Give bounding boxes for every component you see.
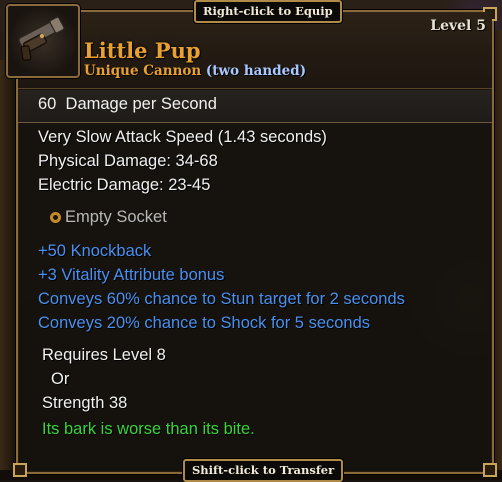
socket-ring-icon	[50, 212, 61, 223]
dps-row: 60 Damage per Second	[18, 90, 492, 123]
transfer-hint: Shift-click to Transfer	[183, 459, 344, 482]
item-portrait	[6, 4, 80, 78]
strength-requirement: Strength 38	[42, 394, 128, 412]
dps-text: 60 Damage per Second	[38, 95, 217, 114]
requirement-or: Or	[51, 370, 70, 388]
item-handedness: (two handed)	[205, 63, 307, 79]
physical-damage-stat: Physical Damage: 34-68	[38, 152, 218, 170]
frame-corner	[483, 463, 497, 477]
socket-label: Empty Socket	[65, 208, 167, 226]
level-requirement: Requires Level 8	[42, 346, 166, 364]
dps-value: 60	[38, 95, 57, 113]
attack-speed-stat: Very Slow Attack Speed (1.43 seconds)	[38, 128, 327, 146]
flavor-text: Its bark is worse than its bite.	[42, 420, 255, 438]
item-level: Level 5	[430, 18, 486, 34]
item-tooltip: Little Pup Unique Cannon (two handed) Le…	[6, 4, 497, 477]
item-type: Unique Cannon (two handed)	[84, 63, 306, 79]
dps-label: Damage per Second	[65, 95, 217, 113]
empty-socket: Empty Socket	[50, 208, 167, 227]
electric-damage-stat: Electric Damage: 23-45	[38, 176, 211, 194]
item-name: Little Pup	[84, 38, 201, 63]
vitality-bonus: +3 Vitality Attribute bonus	[38, 266, 225, 284]
stun-chance-bonus: Conveys 60% chance to Stun target for 2 …	[38, 290, 405, 308]
frame-corner	[13, 463, 27, 477]
tooltip-header: Little Pup Unique Cannon (two handed) Le…	[6, 4, 492, 89]
item-type-label: Unique Cannon	[84, 63, 202, 79]
background-panel-left	[0, 60, 16, 470]
equip-hint: Right-click to Equip	[194, 0, 342, 23]
knockback-bonus: +50 Knockback	[38, 242, 152, 260]
cannon-icon	[18, 16, 65, 61]
shock-chance-bonus: Conveys 20% chance to Shock for 5 second…	[38, 314, 371, 332]
